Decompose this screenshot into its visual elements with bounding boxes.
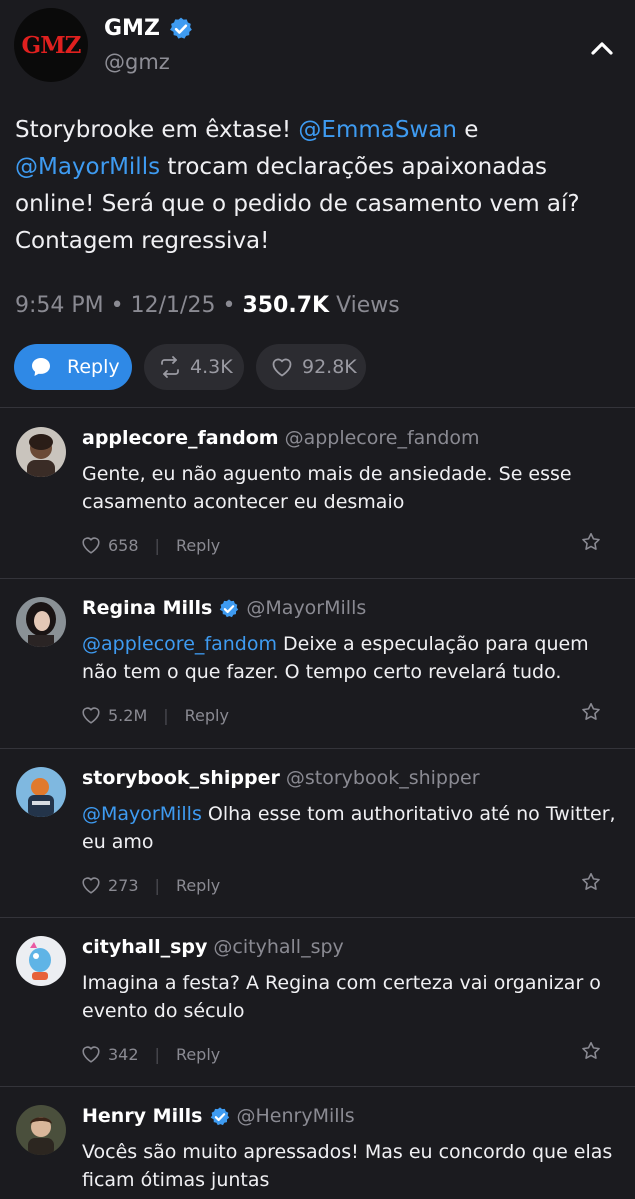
like-button[interactable]: 342 [80,1043,139,1065]
avatar[interactable] [16,597,66,647]
post-meta: 9:54 PM • 12/1/25 • 350.7K Views [15,293,400,318]
heart-icon [82,1046,100,1063]
action-divider: | [154,1044,160,1064]
like-count: 273 [108,875,139,895]
reply-button[interactable]: Reply [14,344,132,390]
reply-body: Imagina a festa? A Regina com certeza va… [82,972,601,1022]
reply-link[interactable]: Reply [185,706,229,725]
reply-actions: 273 | Reply [80,874,220,896]
mention-link[interactable]: @applecore_fandom [82,633,277,655]
post-date: 12/1/25 [130,293,216,318]
reply-item: cityhall_spy @cityhall_spy Imagina a fest… [0,918,635,1087]
reply-author-name[interactable]: storybook_shipper [82,767,280,789]
author-avatar[interactable]: GMZ [14,8,88,82]
reply-item: storybook_shipper @storybook_shipper @May… [0,749,635,918]
author-name[interactable]: GMZ [104,16,160,41]
reply-author-handle[interactable]: @cityhall_spy [213,936,343,958]
reply-text: @applecore_fandom Deixe a especulação pa… [82,630,622,686]
author-name-row[interactable]: GMZ [104,16,194,42]
avatar[interactable] [16,427,66,477]
like-button[interactable]: 658 [80,534,139,556]
reply-header: cityhall_spy @cityhall_spy [82,936,344,958]
star-icon[interactable] [580,531,602,553]
action-divider: | [154,535,160,555]
avatar[interactable] [16,1105,66,1155]
chevron-up-icon[interactable] [584,30,620,66]
star-icon[interactable] [580,1040,602,1062]
like-count: 5.2M [108,705,148,725]
views-count: 350.7K [242,293,330,318]
reply-item: Henry Mills @HenryMills Vocês são muito … [0,1087,635,1199]
reply-header: Henry Mills @HenryMills [82,1105,355,1128]
post-text: Storybrooke em êxtase! @EmmaSwan e @Mayo… [15,112,620,260]
verified-badge-icon [169,17,192,39]
reply-header: storybook_shipper @storybook_shipper [82,767,480,789]
reply-author-name[interactable]: Henry Mills [82,1105,202,1127]
reply-text: Imagina a festa? A Regina com certeza va… [82,969,622,1025]
reply-item: applecore_fandom @applecore_fandom Gente,… [0,409,635,579]
reply-author-name[interactable]: applecore_fandom [82,427,279,449]
gmz-logo: GMZ [21,32,82,59]
reply-actions: 342 | Reply [80,1043,220,1065]
post-text-part: e [456,117,479,143]
reply-author-handle[interactable]: @MayorMills [246,597,366,619]
like-count: 92.8K [302,356,357,378]
heart-icon [82,537,100,554]
reply-text: Gente, eu não aguento mais de ansiedade.… [82,460,622,516]
post-text-part: Storybrooke em êxtase! [15,117,299,143]
like-button[interactable]: 5.2M [80,704,147,726]
reply-link[interactable]: Reply [176,536,220,555]
reply-text: @MayorMills Olha esse tom authoritativo … [82,800,622,856]
reply-actions: 658 | Reply [80,534,220,556]
reply-body: Gente, eu não aguento mais de ansiedade.… [82,463,572,513]
star-icon[interactable] [580,701,602,723]
author-handle[interactable]: @gmz [104,50,170,74]
verified-badge-icon [220,598,239,617]
retweet-count: 4.3K [190,356,233,378]
reply-author-handle[interactable]: @applecore_fandom [285,427,480,449]
meta-separator: • [110,293,131,318]
reply-text: Vocês são muito apressados! Mas eu conco… [82,1138,622,1194]
like-button[interactable]: 273 [80,874,139,896]
retweet-button[interactable]: 4.3K [144,344,244,390]
reply-link[interactable]: Reply [176,876,220,895]
reply-header: Regina Mills @MayorMills [82,597,366,620]
retweet-icon [161,356,179,378]
like-button[interactable]: 92.8K [256,344,366,390]
reply-actions: 5.2M | Reply [80,704,229,726]
heart-icon [82,707,100,724]
mention-link[interactable]: @MayorMills [15,154,160,180]
post-time: 9:54 PM [15,293,104,318]
heart-icon [82,877,100,894]
reply-author-handle[interactable]: @HenryMills [237,1105,355,1127]
reply-link[interactable]: Reply [176,1045,220,1064]
main-post: GMZ GMZ @gmz Storybrooke em êxtase! @Emm… [0,0,635,408]
verified-badge-icon [210,1106,229,1125]
chat-bubble-icon [32,358,50,376]
avatar[interactable] [16,936,66,986]
action-divider: | [154,875,160,895]
reply-author-handle[interactable]: @storybook_shipper [286,767,480,789]
like-count: 658 [108,535,139,555]
heart-icon [272,358,292,377]
action-divider: | [163,705,169,725]
meta-separator: • [222,293,243,318]
avatar[interactable] [16,767,66,817]
like-count: 342 [108,1044,139,1064]
reply-header: applecore_fandom @applecore_fandom [82,427,480,449]
reply-label: Reply [67,356,120,378]
mention-link[interactable]: @EmmaSwan [298,117,457,143]
reply-author-name[interactable]: cityhall_spy [82,936,207,958]
views-label: Views [336,293,400,318]
reply-body: Vocês são muito apressados! Mas eu conco… [82,1141,613,1191]
mention-link[interactable]: @MayorMills [82,803,202,825]
reply-item: Regina Mills @MayorMills @applecore_fand… [0,579,635,749]
reply-author-name[interactable]: Regina Mills [82,597,212,619]
star-icon[interactable] [580,871,602,893]
